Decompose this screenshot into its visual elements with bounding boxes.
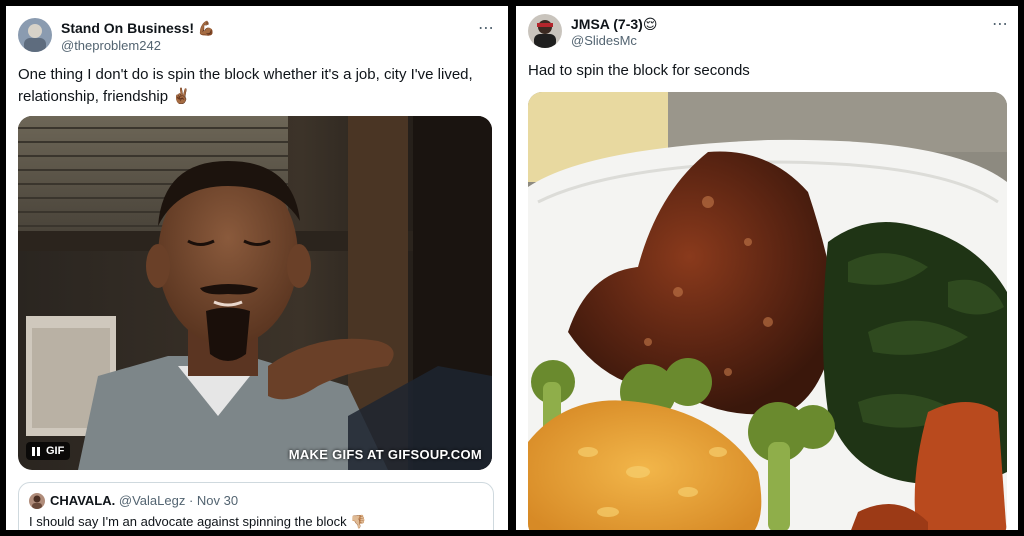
quoted-tweet-text: I should say I'm an advocate against spi…: [29, 514, 367, 529]
relieved-face-emoji: 😌: [642, 16, 658, 32]
display-name[interactable]: Stand On Business! 💪🏾: [61, 20, 215, 37]
pause-icon: [32, 446, 40, 456]
tweet-text: One thing I don't do is spin the block w…: [18, 66, 473, 105]
more-options-icon[interactable]: ⋯: [478, 18, 495, 38]
avatar[interactable]: [528, 14, 562, 48]
gif-media[interactable]: GIF MAKE GIFS AT GIFSOUP.COM: [18, 116, 492, 470]
quoted-handle: @ValaLegz: [118, 493, 186, 508]
tweet-text: Had to spin the block for seconds: [528, 62, 750, 79]
thumbs-down-emoji: 👎🏼: [350, 514, 367, 529]
quoted-avatar: [29, 493, 45, 509]
food-plate-image: [528, 92, 1007, 530]
tweet-card-right: JMSA (7-3)😌 @SlidesMc ⋯ Had to spin the …: [516, 6, 1018, 530]
gif-label: GIF: [46, 445, 65, 457]
user-handle[interactable]: @SlidesMc: [571, 33, 637, 48]
quoted-date: Nov 30: [196, 493, 239, 508]
user-handle[interactable]: @theproblem242: [61, 38, 161, 53]
gif-watermark: MAKE GIFS AT GIFSOUP.COM: [288, 447, 482, 462]
quoted-tweet-header: CHAVALA. @ValaLegz · Nov 30: [50, 493, 238, 508]
quoted-display-name: CHAVALA.: [50, 493, 116, 508]
more-options-icon[interactable]: ⋯: [992, 14, 1009, 34]
victory-hand-emoji: ✌🏾: [172, 88, 191, 105]
food-photo[interactable]: [528, 92, 1007, 530]
display-name[interactable]: JMSA (7-3)😌: [571, 16, 657, 33]
tweet-card-left: Stand On Business! 💪🏾 @theproblem242 ⋯ O…: [6, 6, 508, 530]
quoted-separator: ·: [188, 493, 194, 508]
avatar[interactable]: [18, 18, 52, 52]
flexed-biceps-emoji: 💪🏾: [197, 20, 216, 36]
quoted-tweet[interactable]: CHAVALA. @ValaLegz · Nov 30 I should say…: [18, 482, 494, 530]
gif-badge[interactable]: GIF: [26, 442, 71, 460]
gif-frame-image: [18, 116, 492, 470]
